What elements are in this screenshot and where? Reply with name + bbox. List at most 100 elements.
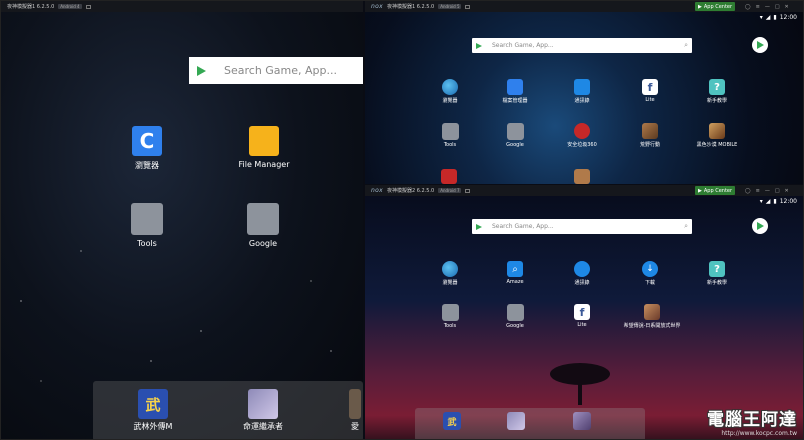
maximize-icon[interactable]: □ [775, 4, 780, 10]
app-label: Google [506, 323, 524, 329]
dock-app-partial[interactable]: 愛 [345, 389, 363, 432]
facebook-icon: f [642, 79, 658, 95]
android-version-badge: Android 7 [438, 188, 462, 193]
close-icon[interactable]: ✕ [785, 188, 789, 194]
app-center-button[interactable]: ▶ App Center [695, 186, 736, 195]
search-bar[interactable]: Search Game, App... ⌕ [472, 219, 692, 234]
menu-icon[interactable]: ≡ [756, 4, 760, 10]
maximize-icon[interactable]: □ [775, 188, 780, 194]
app-label: File Manager [238, 160, 290, 169]
app-label: Lite [645, 97, 655, 103]
app-label: 愛 [351, 422, 359, 431]
search-bar[interactable]: Search Game, App... ⌕ [472, 38, 692, 53]
download-icon: ↓ [642, 261, 658, 277]
keyboard-icon[interactable] [85, 4, 91, 9]
battery-icon: ▮ [773, 14, 777, 21]
folder-google[interactable]: Google [500, 304, 530, 329]
dock-app-destiny[interactable]: 命運繼承者 [233, 389, 293, 432]
folder-google[interactable]: Google [241, 203, 285, 248]
dock-app-wulin[interactable]: 武 武林外傳M [123, 389, 183, 432]
browser-icon: C [132, 126, 162, 156]
app-browser[interactable]: 瀏覽器 [435, 79, 465, 104]
app-contacts[interactable]: 通訊錄 [567, 261, 597, 286]
close-icon[interactable]: ✕ [785, 4, 789, 10]
app-browser[interactable]: C 瀏覽器 [125, 126, 169, 171]
partial-game-icon[interactable] [574, 169, 590, 184]
search-icon[interactable]: ⌕ [684, 222, 688, 231]
dock-app-third[interactable] [573, 412, 591, 430]
tree-silhouette [550, 363, 610, 405]
screenshot-root: 夜神模擬器1 6.2.5.0 Android 4 Search Game, Ap… [0, 0, 804, 440]
android-version-badge: Android 5 [438, 4, 462, 9]
game-icon [248, 389, 278, 419]
app-file-manager[interactable]: File Manager [236, 126, 292, 169]
google-folder-icon [247, 203, 279, 235]
nox-logo: nox [371, 3, 383, 10]
app-label: Tools [137, 239, 157, 248]
play-store-button[interactable] [752, 37, 768, 53]
app-contacts[interactable]: 通訊錄 [567, 79, 597, 104]
play-store-icon [756, 222, 764, 230]
user-icon[interactable]: ◯ [745, 4, 751, 10]
app-facebook-lite[interactable]: f Lite [635, 79, 665, 103]
app-label: Tools [443, 323, 457, 329]
keyboard-icon[interactable] [465, 188, 471, 193]
partial-game-icon[interactable] [441, 169, 457, 184]
app-center-button[interactable]: ▶ App Center [695, 2, 736, 11]
window-titlebar: nox 夜神模擬器1 6.2.5.0 Android 5 ▶ App Center… [365, 1, 803, 12]
cart-icon: ▶ [698, 187, 702, 194]
contacts-icon [574, 261, 590, 277]
dock-app-wulin[interactable]: 武 [443, 412, 461, 430]
app-downloads[interactable]: ↓ 下載 [635, 261, 665, 286]
contacts-icon [574, 79, 590, 95]
nox-logo: nox [371, 187, 383, 194]
keyboard-icon[interactable] [465, 4, 471, 9]
app-label: 下載 [644, 280, 655, 286]
app-label: 武林外傳M [133, 422, 173, 431]
game-icon [642, 123, 658, 139]
dock-app-destiny[interactable] [507, 412, 525, 430]
app-tutorial[interactable]: ? 新手教學 [702, 79, 732, 104]
user-icon[interactable]: ◯ [745, 188, 751, 194]
app-label: 命運繼承者 [243, 422, 283, 431]
google-folder-icon [506, 304, 524, 321]
window-title: 夜神模擬器1 6.2.5.0 [7, 4, 55, 10]
app-amaze[interactable]: ⌕ Amaze [500, 261, 530, 285]
app-file-manager[interactable]: 檔案管理器 [500, 79, 530, 104]
app-label: Lite [577, 322, 587, 328]
google-folder-icon [506, 123, 524, 140]
app-knives-out[interactable]: 荒野行動 [635, 123, 665, 148]
app-browser[interactable]: 瀏覽器 [435, 261, 465, 286]
minimize-icon[interactable]: — [765, 188, 770, 194]
watermark-url: http://www.kocpc.com.tw [721, 430, 797, 437]
search-bar[interactable]: Search Game, App... [189, 57, 363, 84]
wifi-icon: ▾ [759, 14, 763, 21]
app-black-desert[interactable]: 黑色沙漠 MOBILE [692, 123, 742, 148]
minimize-icon[interactable]: — [765, 4, 770, 10]
app-hope-legend[interactable]: 希望傳說-日系開放式世界 [620, 304, 684, 329]
search-icon[interactable]: ⌕ [684, 41, 688, 50]
app-tutorial[interactable]: ? 新手教學 [702, 261, 732, 286]
cart-icon: ▶ [698, 3, 702, 10]
clock: 12:00 [779, 198, 797, 205]
emulator-window-2: nox 夜神模擬器1 6.2.5.0 Android 5 ▶ App Center… [365, 1, 803, 184]
app-360-security[interactable]: 安全垃圾360 [560, 123, 604, 148]
game-icon [709, 123, 725, 139]
tools-folder-icon [441, 304, 459, 321]
search-placeholder: Search Game, App... [492, 42, 554, 49]
play-store-icon [476, 223, 482, 230]
folder-tools[interactable]: Tools [435, 304, 465, 329]
folder-google[interactable]: Google [500, 123, 530, 148]
emulator-window-1: 夜神模擬器1 6.2.5.0 Android 4 Search Game, Ap… [1, 1, 363, 439]
app-label: 希望傳說-日系開放式世界 [623, 323, 681, 329]
play-store-button[interactable] [752, 218, 768, 234]
android-status-bar: ▾ ◢ ▮ 12:00 [760, 14, 797, 21]
window-title: 夜神模擬器1 6.2.5.0 [386, 4, 435, 10]
globe-icon [442, 79, 458, 95]
folder-tools[interactable]: Tools [125, 203, 169, 248]
app-facebook-lite[interactable]: f Lite [567, 304, 597, 328]
android-version-badge: Android 4 [58, 4, 82, 9]
folder-tools[interactable]: Tools [435, 123, 465, 148]
app-label: Tools [443, 142, 457, 148]
menu-icon[interactable]: ≡ [756, 188, 760, 194]
